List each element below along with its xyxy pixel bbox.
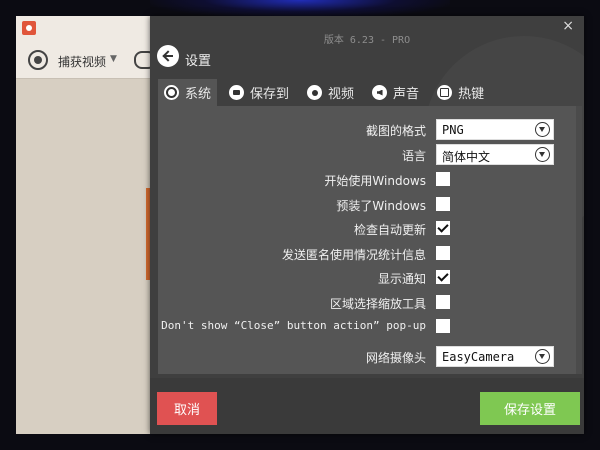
setting-row-screenshot-format: 截图的格式 PNG	[158, 118, 582, 142]
record-icon[interactable]	[28, 50, 48, 70]
setting-row-close-popup: Don't show “Close” button action” pop-up	[158, 315, 582, 339]
select-value: EasyCamera	[442, 350, 515, 364]
select-value: PNG	[442, 123, 464, 137]
setting-label: 开始使用Windows	[324, 174, 426, 188]
setting-label: 网络摄像头	[365, 351, 426, 365]
setting-label: 显示通知	[377, 272, 426, 286]
settings-tabs: 系统 保存到 视频 声音 热键	[158, 79, 496, 106]
show-notifications-checkbox[interactable]	[436, 270, 450, 284]
setting-row-zoom-tool: 区域选择缩放工具	[158, 291, 582, 315]
tab-hotkeys[interactable]: 热键	[431, 79, 490, 106]
background-app-toolbar: 捕获视频 ▼	[16, 42, 166, 79]
gear-icon	[164, 85, 179, 100]
tab-sound[interactable]: 声音	[366, 79, 425, 106]
chevron-down-icon[interactable]	[535, 147, 550, 162]
start-with-windows-checkbox[interactable]	[436, 172, 450, 186]
tab-save-to[interactable]: 保存到	[223, 79, 295, 106]
setting-label: Don't show “Close” button action” pop-up	[161, 319, 426, 332]
tab-label: 保存到	[250, 87, 290, 102]
auto-update-checkbox[interactable]	[436, 221, 450, 235]
setting-row-webcam: 网络摄像头 EasyCamera	[158, 345, 582, 369]
tab-system[interactable]: 系统	[158, 79, 218, 106]
zoom-tool-checkbox[interactable]	[436, 295, 450, 309]
cancel-button[interactable]: 取消	[157, 392, 217, 425]
back-arrow-icon	[163, 51, 173, 61]
capture-video-label[interactable]: 捕获视频	[58, 53, 106, 70]
setting-row-preinstalled-windows: 预装了Windows	[158, 193, 582, 217]
sound-icon	[372, 85, 388, 100]
tab-label: 声音	[393, 87, 420, 102]
hotkey-icon	[437, 85, 453, 100]
setting-label: 检查自动更新	[353, 223, 426, 237]
setting-label: 语言	[401, 149, 426, 163]
chevron-down-icon[interactable]	[535, 349, 550, 364]
setting-row-language: 语言 简体中文	[158, 143, 582, 167]
page-title: 设置	[185, 54, 212, 69]
back-button[interactable]	[157, 45, 179, 67]
setting-row-anonymous-stats: 发送匿名使用情况统计信息	[158, 242, 582, 266]
select-value: 简体中文	[442, 150, 491, 164]
tab-label: 系统	[185, 87, 212, 102]
chevron-down-icon[interactable]	[535, 122, 550, 137]
app-logo-icon	[22, 21, 36, 35]
setting-row-start-with-windows: 开始使用Windows	[158, 168, 582, 192]
background-app-window: 捕获视频 ▼	[16, 16, 168, 434]
folder-icon	[229, 85, 245, 100]
save-settings-button[interactable]: 保存设置	[480, 392, 580, 425]
settings-footer: 取消 保存设置	[150, 378, 584, 434]
setting-label: 发送匿名使用情况统计信息	[281, 248, 426, 262]
tab-label: 视频	[328, 87, 355, 102]
webcam-select[interactable]: EasyCamera	[436, 346, 554, 367]
setting-row-show-notifications: 显示通知	[158, 266, 582, 290]
language-select[interactable]: 简体中文	[436, 144, 554, 165]
background-app-titlebar	[16, 16, 166, 42]
anonymous-stats-checkbox[interactable]	[436, 246, 450, 260]
setting-label: 截图的格式	[365, 124, 426, 138]
record-icon	[307, 85, 323, 100]
preinstalled-windows-checkbox[interactable]	[436, 197, 450, 211]
settings-panel: 截图的格式 PNG 语言 简体中文 开始使用Windows 预装了Windows…	[158, 106, 582, 374]
settings-window: × 版本 6.23 - PRO 设置 系统 保存到 视频 声音 热键 截图的格式	[150, 16, 584, 434]
screenshot-format-select[interactable]: PNG	[436, 119, 554, 140]
setting-label: 预装了Windows	[336, 199, 426, 213]
version-label: 版本 6.23 - PRO	[323, 35, 411, 46]
setting-label: 区域选择缩放工具	[329, 297, 426, 311]
close-popup-checkbox[interactable]	[436, 319, 450, 333]
tab-video[interactable]: 视频	[301, 79, 360, 106]
chevron-down-icon[interactable]: ▼	[110, 54, 117, 64]
tab-label: 热键	[458, 87, 485, 102]
panel-scrollbar[interactable]	[576, 106, 582, 374]
setting-row-auto-update: 检查自动更新	[158, 217, 582, 241]
